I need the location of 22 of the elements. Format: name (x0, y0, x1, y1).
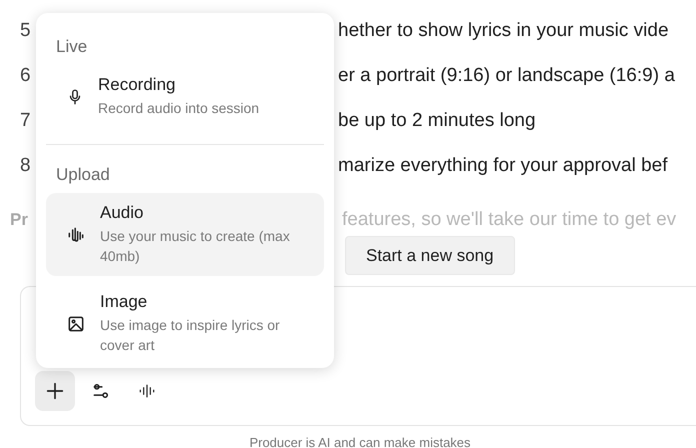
list-text: er a portrait (9:16) or landscape (16:9) a (338, 64, 675, 86)
list-number: 5 (20, 20, 31, 40)
plus-icon (44, 380, 66, 402)
add-button[interactable] (35, 371, 75, 411)
menu-item[interactable]: Image Use image to inspire lyrics or cover art (46, 282, 324, 365)
suggestion-button[interactable]: Start a new song (345, 236, 515, 275)
list-number: 8 (20, 154, 31, 176)
list-text: hether to show lyrics in your music vide (338, 20, 669, 42)
list-text: marize everything for your approval bef (338, 154, 668, 176)
section-title: Upload (55, 164, 111, 186)
faded-heading: Pr (10, 210, 28, 229)
waveform-icon (66, 224, 86, 244)
list-number: 7 (20, 110, 31, 130)
sliders-icon (91, 381, 111, 401)
disclaimer-text: Producer is AI and can make mistakes (248, 435, 472, 448)
image-icon (66, 314, 86, 334)
list-text: be up to 2 minutes long (338, 110, 536, 132)
faded-text: features, so we'll take our time to get ev (342, 209, 676, 231)
menu-item[interactable]: Recording Record audio into session (46, 65, 324, 128)
list-number: 6 (20, 64, 31, 86)
menu-item[interactable]: Audio Use your music to create (max 40mb) (46, 193, 324, 276)
section-title: Live (55, 36, 88, 58)
